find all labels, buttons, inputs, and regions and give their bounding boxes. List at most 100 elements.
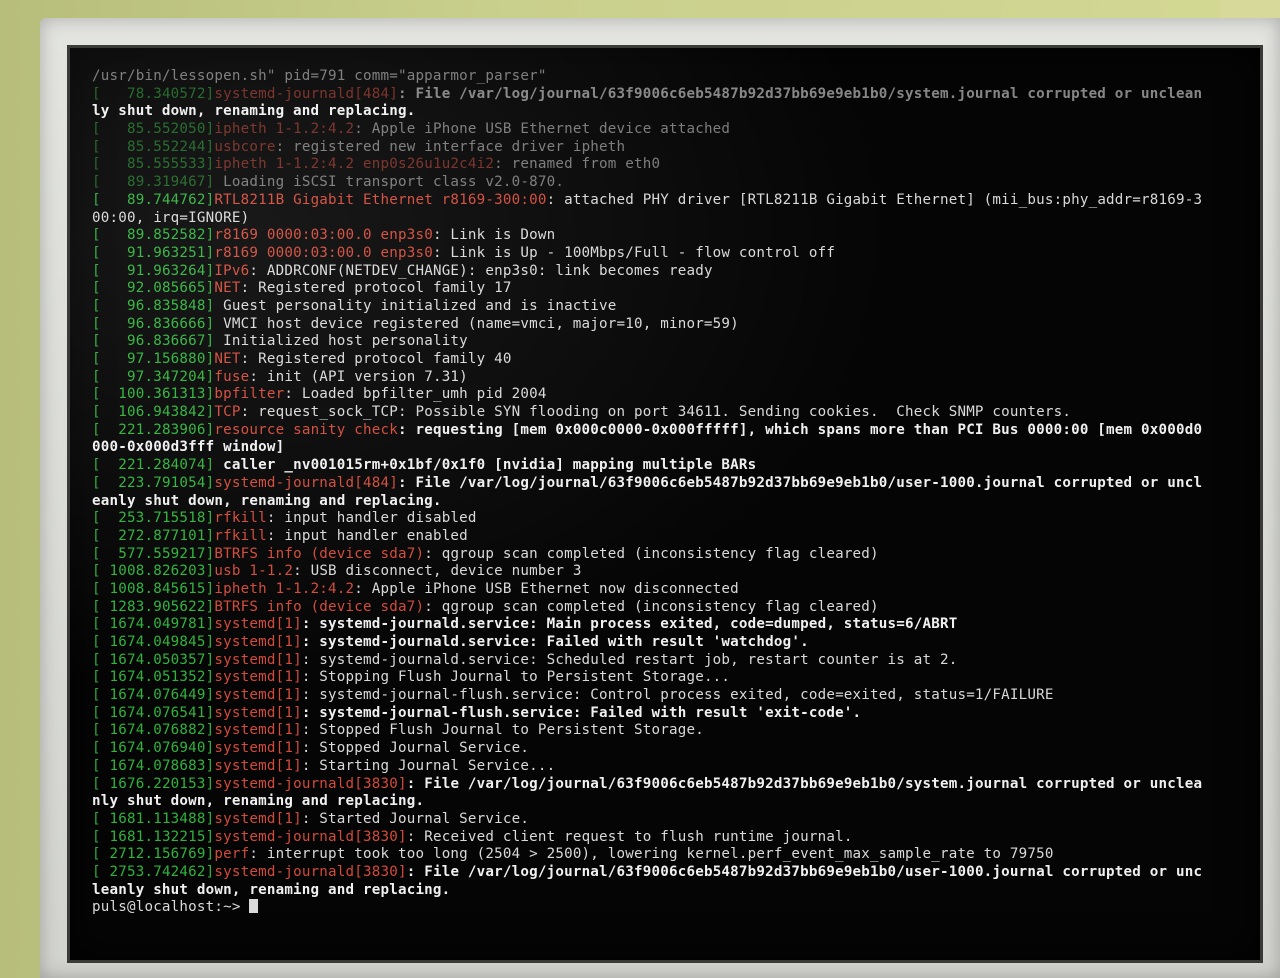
log-source: systemd-journald[3830] (214, 775, 407, 792)
log-bracket: [ (92, 368, 101, 385)
log-source: systemd-journald[3830] (214, 828, 407, 845)
log-timestamp: 1674.076449] (100, 687, 215, 704)
log-source: bpfilter (214, 386, 285, 403)
log-bracket: [ (92, 580, 101, 597)
log-timestamp: 1674.076541] (100, 704, 215, 721)
log-timestamp: 1681.113488] (100, 810, 215, 827)
log-message: 000-0x000d3fff window] (92, 439, 285, 456)
log-timestamp: 97.347204] (100, 368, 215, 385)
log-message: : File /var/log/journal/63f9006c6eb5487b… (397, 85, 1203, 102)
log-source: ipheth 1-1.2:4.2 (214, 580, 355, 597)
log-message: : Apple iPhone USB Ethernet now disconne… (354, 580, 739, 597)
log-bracket: [ (92, 598, 101, 615)
log-bracket: [ (92, 262, 101, 279)
log-source: systemd[1] (214, 616, 302, 633)
log-line: [ 1674.076449]systemd[1]: systemd-journa… (92, 687, 1242, 705)
log-line: [ 272.877101]rfkill: input handler enabl… (92, 528, 1242, 546)
log-timestamp: 89.319467] (100, 174, 215, 191)
log-timestamp: 1681.132215] (100, 828, 215, 845)
log-source: systemd[1] (214, 669, 302, 686)
log-message: : requesting [mem 0x000c0000-0x000fffff]… (397, 421, 1203, 438)
log-source: systemd-journald[484] (214, 474, 398, 491)
log-line: [ 91.963251]r8169 0000:03:00.0 enp3s0: L… (92, 245, 1242, 263)
log-source: r8169 0000:03:00.0 enp3s0 (214, 244, 433, 261)
log-line: leanly shut down, renaming and replacing… (92, 882, 1242, 900)
log-timestamp: 78.340572] (100, 85, 215, 102)
log-bracket: [ (92, 545, 101, 562)
log-timestamp: 91.963264] (100, 262, 215, 279)
log-timestamp: 2753.742462] (100, 863, 215, 880)
log-line: [ 89.744762]RTL8211B Gigabit Ethernet r8… (92, 192, 1242, 210)
log-bracket: [ (92, 651, 101, 668)
log-message: : qgroup scan completed (inconsistency f… (424, 545, 879, 562)
log-message: eanly shut down, renaming and replacing. (92, 492, 442, 509)
log-timestamp: 1674.078683] (100, 757, 215, 774)
log-message: VMCI host device registered (name=vmci, … (214, 315, 739, 332)
log-timestamp: 2712.156769] (100, 846, 215, 863)
log-message: : Started Journal Service. (301, 810, 530, 827)
log-line: [ 85.555533]ipheth 1-1.2:4.2 enp0s26u1u2… (92, 156, 1242, 174)
log-source: usbcore (214, 138, 276, 155)
log-line: [ 2753.742462]systemd-journald[3830]: Fi… (92, 864, 1242, 882)
log-message: : systemd-journald.service: Scheduled re… (301, 651, 958, 668)
log-bracket: [ (92, 810, 101, 827)
log-message: leanly shut down, renaming and replacing… (92, 881, 451, 898)
log-line: [ 221.283906]resource sanity check: requ… (92, 422, 1242, 440)
log-timestamp: 100.361313] (100, 386, 215, 403)
log-bracket: [ (92, 191, 101, 208)
log-bracket: [ (92, 740, 101, 757)
log-bracket: [ (92, 315, 101, 332)
log-bracket: [ (92, 474, 101, 491)
log-line: [ 106.943842]TCP: request_sock_TCP: Poss… (92, 404, 1242, 422)
log-line: [ 96.836666] VMCI host device registered… (92, 316, 1242, 334)
log-timestamp: 89.744762] (100, 191, 215, 208)
log-source: systemd[1] (214, 704, 302, 721)
log-message: : File /var/log/journal/63f9006c6eb5487b… (406, 775, 1203, 792)
log-line: 00:00, irq=IGNORE) (92, 210, 1242, 228)
log-line: [ 100.361313]bpfilter: Loaded bpfilter_u… (92, 386, 1242, 404)
log-line: puls@localhost:~> (92, 899, 1242, 917)
log-message: : Loaded bpfilter_umh pid 2004 (284, 386, 547, 403)
log-source: BTRFS info (device sda7) (214, 598, 425, 615)
log-line: [ 2712.156769]perf: interrupt took too l… (92, 846, 1242, 864)
log-timestamp: 96.836666] (100, 315, 215, 332)
log-line: [ 92.085665]NET: Registered protocol fam… (92, 280, 1242, 298)
log-bracket: [ (92, 174, 101, 191)
log-line: [ 85.552050]ipheth 1-1.2:4.2: Apple iPho… (92, 121, 1242, 139)
log-source: systemd[1] (214, 687, 302, 704)
log-line: ly shut down, renaming and replacing. (92, 103, 1242, 121)
log-bracket: [ (92, 510, 101, 527)
log-message: Loading iSCSI transport class v2.0-870. (214, 174, 565, 191)
log-line: /usr/bin/lessopen.sh" pid=791 comm="appa… (92, 68, 1242, 86)
log-timestamp: 85.555533] (100, 156, 215, 173)
log-line: [ 1008.845615]ipheth 1-1.2:4.2: Apple iP… (92, 581, 1242, 599)
log-bracket: [ (92, 669, 101, 686)
log-bracket: [ (92, 687, 101, 704)
log-timestamp: 1674.076940] (100, 740, 215, 757)
log-line: [ 253.715518]rfkill: input handler disab… (92, 510, 1242, 528)
log-bracket: [ (92, 846, 101, 863)
log-message: : renamed from eth0 (494, 156, 661, 173)
log-timestamp: 1674.051352] (100, 669, 215, 686)
log-message: caller _nv001015rm+0x1bf/0x1f0 [nvidia] … (214, 457, 757, 474)
log-line: [ 1681.113488]systemd[1]: Started Journa… (92, 811, 1242, 829)
log-source: systemd[1] (214, 810, 302, 827)
log-message: : interrupt took too long (2504 > 2500),… (249, 846, 1054, 863)
log-bracket: [ (92, 156, 101, 173)
log-message: : systemd-journal-flush.service: Failed … (301, 704, 862, 721)
log-line: [ 577.559217]BTRFS info (device sda7): q… (92, 546, 1242, 564)
log-bracket: [ (92, 616, 101, 633)
log-message: : Link is Up - 100Mbps/Full - flow contr… (432, 244, 836, 261)
log-line: [ 1008.826203]usb 1-1.2: USB disconnect,… (92, 563, 1242, 581)
log-message: /usr/bin/lessopen.sh" pid=791 comm="appa… (92, 68, 547, 84)
log-bracket: [ (92, 333, 101, 350)
log-message: : File /var/log/journal/63f9006c6eb5487b… (397, 474, 1203, 491)
log-timestamp: 91.963251] (100, 244, 215, 261)
log-timestamp: 221.284074] (100, 457, 215, 474)
log-bracket: [ (92, 775, 101, 792)
log-bracket: [ (92, 527, 101, 544)
log-timestamp: 85.552244] (100, 138, 215, 155)
log-source: systemd[1] (214, 757, 302, 774)
log-source: NET (214, 351, 241, 367)
terminal-console[interactable]: /usr/bin/lessopen.sh" pid=791 comm="appa… (92, 68, 1242, 917)
